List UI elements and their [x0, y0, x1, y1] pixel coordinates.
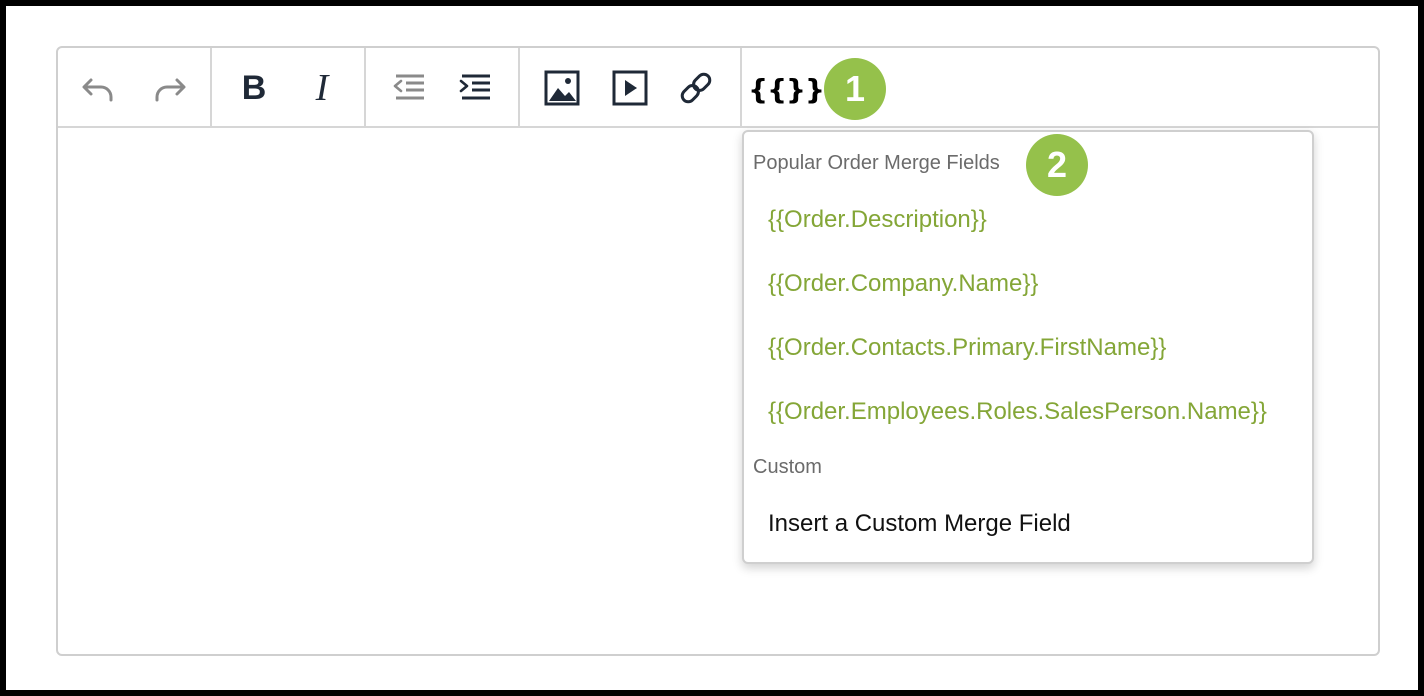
redo-icon	[155, 78, 186, 102]
merge-field-order-salesperson-name[interactable]: {{Order.Employees.Roles.SalesPerson.Name…	[768, 398, 1267, 426]
redo-button[interactable]	[150, 68, 190, 108]
insert-custom-merge-field-item[interactable]: Insert a Custom Merge Field	[768, 510, 1071, 538]
popular-fields-heading: Popular Order Merge Fields	[753, 152, 1000, 174]
image-icon	[544, 70, 580, 106]
step-badge-1: 1	[824, 58, 886, 120]
toolbar-group-insert	[520, 48, 742, 126]
merge-fields-dropdown: Popular Order Merge Fields 2 {{Order.Des…	[742, 130, 1314, 564]
outdent-icon	[393, 74, 424, 100]
merge-field-order-company-name[interactable]: {{Order.Company.Name}}	[768, 270, 1038, 298]
undo-icon	[82, 78, 113, 102]
custom-section-heading: Custom	[753, 456, 822, 478]
merge-fields-button[interactable]: {{}}	[748, 68, 825, 110]
italic-icon: I	[315, 67, 329, 109]
toolbar-group-history	[58, 48, 212, 126]
outdent-button[interactable]	[390, 68, 430, 108]
italic-button[interactable]: I	[302, 68, 342, 108]
undo-button[interactable]	[78, 68, 118, 108]
indent-icon	[459, 74, 490, 100]
insert-link-button[interactable]	[676, 68, 716, 108]
bold-icon: B	[241, 69, 267, 107]
toolbar-group-indent	[366, 48, 520, 126]
merge-field-order-contact-first-name[interactable]: {{Order.Contacts.Primary.FirstName}}	[768, 334, 1166, 362]
insert-video-button[interactable]	[610, 68, 650, 108]
step-badge-2: 2	[1026, 134, 1088, 196]
bold-button[interactable]: B	[234, 68, 274, 108]
indent-button[interactable]	[456, 68, 496, 108]
insert-image-button[interactable]	[542, 68, 582, 108]
editor-toolbar: B I {{}} 1	[58, 48, 1378, 128]
link-icon	[680, 72, 712, 104]
screenshot-frame: B I {{}} 1 Popular Order Merge Fields 2 …	[0, 0, 1424, 696]
toolbar-group-format: B I	[212, 48, 366, 126]
merge-field-order-description[interactable]: {{Order.Description}}	[768, 206, 987, 234]
video-icon	[612, 70, 648, 106]
